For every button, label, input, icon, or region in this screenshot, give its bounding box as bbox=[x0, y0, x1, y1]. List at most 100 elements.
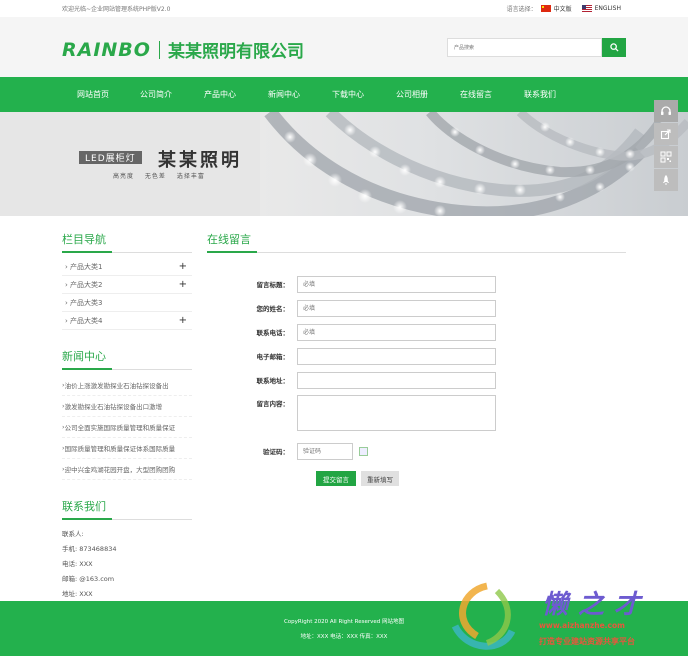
china-flag-icon bbox=[540, 5, 551, 12]
contact-email: 邮箱: @163.com bbox=[62, 574, 115, 583]
news-item[interactable]: › 国际质量管理和质量保证体系国际质量 bbox=[62, 438, 192, 459]
contact-person: 联系人: bbox=[62, 529, 84, 538]
subject-label: 留言标题： bbox=[256, 281, 290, 289]
email-label: 电子邮箱： bbox=[256, 353, 290, 361]
news-item[interactable]: › 迎中兴金鸡湖花园开盘，大型团购团购 bbox=[62, 459, 192, 480]
nav-guestbook[interactable]: 在线留言 bbox=[444, 77, 508, 112]
subject-input[interactable] bbox=[297, 275, 496, 293]
qrcode-button[interactable] bbox=[654, 146, 678, 168]
captcha-image[interactable] bbox=[359, 446, 368, 456]
expand-icon[interactable]: + bbox=[179, 315, 192, 326]
code-label: 验证码： bbox=[263, 448, 289, 456]
lang-cn-link[interactable]: 中文版 bbox=[540, 4, 572, 13]
category-label: › 产品大类4 bbox=[65, 316, 103, 325]
nav-home[interactable]: 网站首页 bbox=[62, 77, 124, 112]
phone-label: 联系电话： bbox=[256, 329, 290, 337]
page-title: 在线留言 bbox=[207, 231, 626, 253]
news-title: 新闻中心 bbox=[62, 348, 192, 370]
watermark-brand: 懒之才 bbox=[542, 590, 651, 620]
banner-title: 某某照明 bbox=[158, 150, 242, 171]
contact-phone: 电话: XXX bbox=[62, 559, 93, 568]
us-flag-icon bbox=[581, 5, 592, 12]
search-button[interactable] bbox=[602, 38, 626, 57]
category-item[interactable]: › 产品大类3 bbox=[62, 294, 192, 312]
watermark-logo-icon bbox=[451, 582, 516, 650]
watermark-slogan: 打造专业建站资源共享平台 bbox=[539, 637, 635, 646]
submit-button[interactable]: 提交留言 bbox=[316, 471, 356, 486]
name-label: 您的姓名： bbox=[256, 305, 290, 313]
search-input[interactable] bbox=[447, 38, 602, 57]
welcome-text: 欢迎光临~企业网站管理系统PHP版V2.0 bbox=[62, 6, 171, 13]
site-logo[interactable]: RAINBO 某某照明有限公司 bbox=[62, 37, 304, 63]
qrcode-icon bbox=[660, 151, 672, 163]
contact-mobile: 手机: 873468834 bbox=[62, 544, 117, 553]
lang-en-link[interactable]: ENGLISH bbox=[581, 5, 621, 12]
watermark: 懒之才 www.aizhanzhe.com 打造专业建站资源共享平台 bbox=[447, 581, 688, 656]
nav-products[interactable]: 产品中心 bbox=[188, 77, 252, 112]
email-input[interactable] bbox=[297, 347, 496, 365]
news-item[interactable]: › 激发勘探业石油钻探设备出口激增 bbox=[62, 396, 192, 417]
nav-news[interactable]: 新闻中心 bbox=[252, 77, 316, 112]
nav-contact[interactable]: 联系我们 bbox=[508, 77, 572, 112]
nav-downloads[interactable]: 下载中心 bbox=[316, 77, 380, 112]
nav-about[interactable]: 公司简介 bbox=[124, 77, 188, 112]
reset-button[interactable]: 重新填写 bbox=[361, 471, 399, 486]
expand-icon[interactable]: + bbox=[179, 279, 192, 290]
contact-info: 联系人: 手机: 873468834 电话: XXX 邮箱: @163.com … bbox=[62, 525, 192, 600]
language-switcher: 语言选择： 中文版 ENGLISH bbox=[507, 4, 621, 13]
form-row-subject: 留言标题： bbox=[207, 272, 496, 296]
contact-title: 联系我们 bbox=[62, 498, 192, 520]
category-label: › 产品大类3 bbox=[65, 298, 103, 307]
share-icon bbox=[660, 129, 671, 140]
contact-address: 地址: XXX bbox=[62, 589, 93, 598]
banner-tag: LED展柜灯 bbox=[79, 151, 142, 164]
news-item[interactable]: › 公司全面实施国际质量管理和质量保证 bbox=[62, 417, 192, 438]
category-item[interactable]: › 产品大类2 + bbox=[62, 276, 192, 294]
nav-gallery[interactable]: 公司相册 bbox=[380, 77, 444, 112]
top-bar: 欢迎光临~企业网站管理系统PHP版V2.0 语言选择： 中文版 ENGLISH bbox=[0, 0, 688, 17]
content-label: 留言内容： bbox=[256, 400, 290, 408]
logo-divider bbox=[158, 40, 160, 59]
category-nav-title: 栏目导航 bbox=[62, 231, 192, 253]
category-list: › 产品大类1 + › 产品大类2 + › 产品大类3 › 产品大类4 + bbox=[62, 258, 192, 330]
form-row-content: 留言内容： bbox=[207, 392, 496, 436]
search-box bbox=[447, 38, 626, 57]
main-nav: 网站首页 公司简介 产品中心 新闻中心 下载中心 公司相册 在线留言 联系我们 bbox=[0, 77, 688, 112]
hero-banner: LED展柜灯 某某照明 高亮度 无色差 选择丰富 bbox=[0, 112, 688, 216]
led-strip-image bbox=[260, 112, 688, 216]
lang-en-label: ENGLISH bbox=[594, 5, 621, 12]
expand-icon[interactable]: + bbox=[179, 261, 192, 272]
watermark-url: www.aizhanzhe.com bbox=[539, 621, 625, 630]
news-item[interactable]: › 油价上涨激发勘探业石油钻探设备出 bbox=[62, 375, 192, 396]
logo-cn-text: 某某照明有限公司 bbox=[167, 42, 304, 62]
news-list: › 油价上涨激发勘探业石油钻探设备出 › 激发勘探业石油钻探设备出口激增 › 公… bbox=[62, 375, 192, 480]
share-button[interactable] bbox=[654, 123, 678, 145]
banner-subtitle: 高亮度 无色差 选择丰富 bbox=[113, 173, 205, 180]
language-label: 语言选择： bbox=[506, 6, 537, 13]
form-row-phone: 联系电话： bbox=[207, 320, 496, 344]
back-to-top-button[interactable] bbox=[654, 169, 678, 191]
headset-icon bbox=[661, 106, 671, 115]
phone-input[interactable] bbox=[297, 323, 496, 341]
name-input[interactable] bbox=[297, 299, 496, 317]
form-row-name: 您的姓名： bbox=[207, 296, 496, 320]
floating-toolbar bbox=[654, 100, 678, 192]
main-content: 在线留言 bbox=[207, 231, 626, 258]
guestbook-form: 留言标题： 您的姓名： 联系电话： 电子邮箱： 联系地址： 留言内容： 验证码： bbox=[207, 272, 496, 464]
category-item[interactable]: › 产品大类1 + bbox=[62, 258, 192, 276]
category-label: › 产品大类1 bbox=[65, 262, 103, 271]
site-header: RAINBO 某某照明有限公司 bbox=[0, 17, 688, 77]
form-row-address: 联系地址： bbox=[207, 368, 496, 392]
sidebar: 栏目导航 › 产品大类1 + › 产品大类2 + › 产品大类3 › 产品大类4… bbox=[62, 231, 192, 600]
lang-cn-label: 中文版 bbox=[553, 6, 572, 13]
category-label: › 产品大类2 bbox=[65, 280, 103, 289]
logo-en-text: RAINBO bbox=[62, 38, 151, 61]
customer-service-button[interactable] bbox=[654, 100, 678, 122]
content-textarea[interactable] bbox=[297, 395, 496, 431]
form-row-email: 电子邮箱： bbox=[207, 344, 496, 368]
captcha-input[interactable] bbox=[297, 442, 353, 460]
address-label: 联系地址： bbox=[256, 377, 290, 385]
rocket-icon bbox=[663, 175, 669, 185]
category-item[interactable]: › 产品大类4 + bbox=[62, 312, 192, 330]
address-input[interactable] bbox=[297, 371, 496, 389]
